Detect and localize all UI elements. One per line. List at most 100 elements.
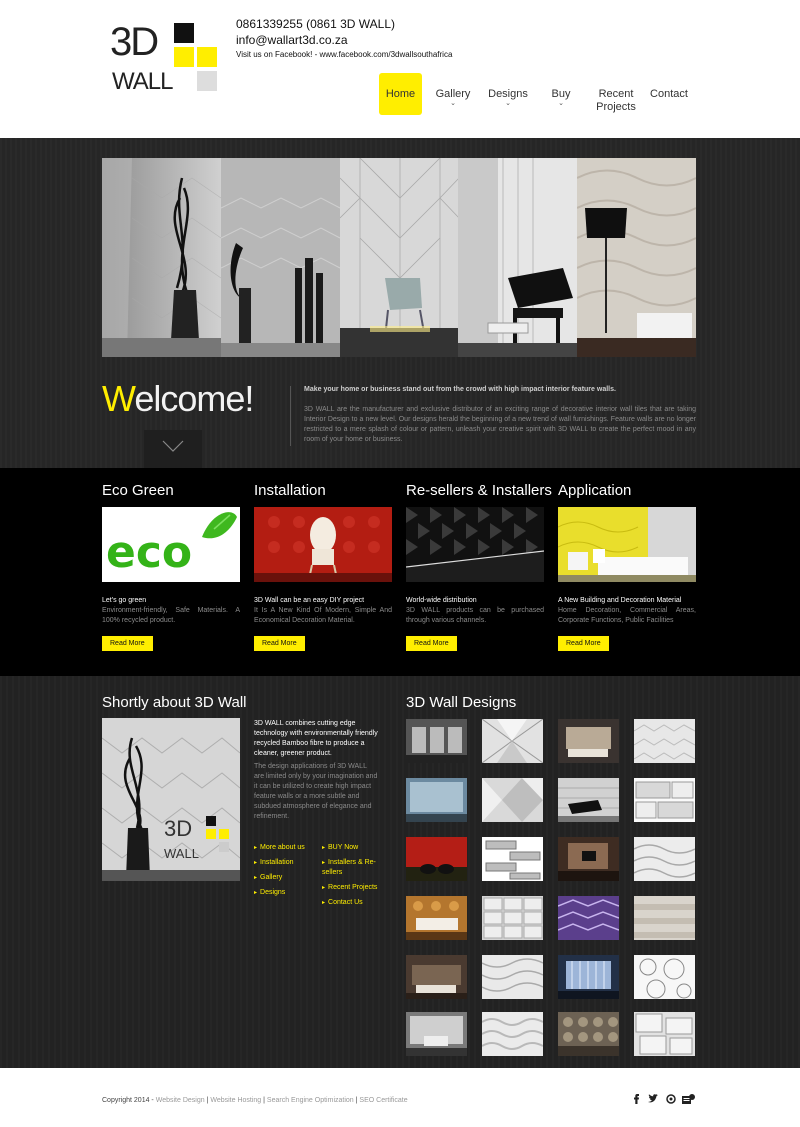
design-thumbnail[interactable]	[634, 896, 695, 940]
feature-description: 3D WALL products can be purchased throug…	[406, 607, 544, 624]
nav-label: Contact	[650, 88, 688, 100]
design-thumbnail[interactable]	[558, 955, 619, 999]
header-phone[interactable]: 0861339255 (0861 3D WALL)	[236, 16, 452, 32]
about-photo: 3D WALL	[102, 718, 240, 881]
header-email[interactable]: info@wallart3d.co.za	[236, 32, 452, 48]
scroll-down-button[interactable]	[144, 430, 202, 468]
link-label: BUY Now	[328, 844, 359, 851]
nav-label: Designs	[488, 88, 528, 100]
about-image[interactable]: 3D WALL	[102, 718, 240, 881]
arrow-right-icon: ▸	[254, 845, 258, 851]
feature-image-installation[interactable]	[254, 507, 392, 582]
design-thumbnail[interactable]	[634, 778, 695, 822]
feature-image-resellers[interactable]	[406, 507, 544, 582]
feature-image-application[interactable]	[558, 507, 696, 582]
footer-link-seo[interactable]: Search Engine Optimization	[267, 1097, 354, 1104]
link-installation[interactable]: ▸ Installation	[254, 858, 320, 868]
black-pattern-wall-image	[406, 507, 544, 582]
footer-link-seo-certificate[interactable]: SEO Certificate	[359, 1097, 407, 1104]
chevron-down-icon: ⌄	[505, 100, 511, 107]
hero-image-vase	[102, 158, 221, 357]
design-thumbnail[interactable]	[558, 837, 619, 881]
design-thumbnail[interactable]	[558, 719, 619, 763]
feed-icon[interactable]	[666, 1094, 676, 1106]
about-links-right: ▸ BUY Now ▸ Installers & Re-sellers ▸ Recen…	[322, 843, 382, 913]
twitter-icon[interactable]	[648, 1094, 659, 1106]
design-thumbnail[interactable]	[558, 778, 619, 822]
site-logo[interactable]: 3D WALL	[108, 18, 223, 98]
link-recent-projects[interactable]: ▸ Recent Projects	[322, 883, 382, 893]
hero-panel-4	[458, 158, 578, 357]
link-label: Designs	[260, 889, 286, 896]
nav-recent-projects[interactable]: Recent Projects	[592, 73, 640, 115]
feature-image-eco[interactable]: eco	[102, 507, 240, 582]
design-thumbnail[interactable]	[482, 896, 543, 940]
svg-text:WALL: WALL	[164, 846, 199, 861]
feature-description: Environment-friendly, Safe Materials. A …	[102, 607, 240, 624]
link-designs[interactable]: ▸ Designs	[254, 888, 320, 898]
hero-image-sculpture	[220, 158, 340, 357]
design-thumbnail[interactable]	[406, 955, 467, 999]
design-thumbnail[interactable]	[634, 1012, 695, 1056]
footer-copyright: Copyright 2014 - Website Design | Websit…	[102, 1097, 408, 1104]
designs-title: 3D Wall Designs	[406, 694, 517, 711]
read-more-button[interactable]: Read More	[406, 636, 457, 651]
feature-title: Installation	[254, 482, 326, 499]
design-thumbnail[interactable]	[482, 778, 543, 822]
link-label: Contact Us	[328, 899, 363, 906]
hero-slider[interactable]	[102, 158, 696, 357]
welcome-first-letter: W	[102, 378, 135, 419]
facebook-icon[interactable]	[632, 1094, 640, 1106]
design-thumbnail[interactable]	[558, 896, 619, 940]
design-thumbnail[interactable]	[406, 837, 467, 881]
logo-3d-text: 3D	[110, 20, 159, 64]
read-more-button[interactable]: Read More	[558, 636, 609, 651]
chevron-down-icon: ⌄	[450, 100, 456, 107]
design-thumbnail[interactable]	[634, 955, 695, 999]
arrow-right-icon: ▸	[322, 845, 326, 851]
welcome-body: 3D WALL are the manufacturer and exclusi…	[304, 406, 696, 443]
welcome-intro: Make your home or business stand out fro…	[304, 385, 696, 445]
link-installers-resellers[interactable]: ▸ Installers & Re-sellers	[322, 858, 382, 878]
hero-image-lamp	[577, 158, 696, 357]
logo-square-yellow-2	[197, 47, 217, 67]
design-thumbnail[interactable]	[482, 955, 543, 999]
read-more-button[interactable]: Read More	[254, 636, 305, 651]
header-facebook-link[interactable]: Visit us on Facebook! - www.facebook.com…	[236, 48, 452, 62]
nav-buy[interactable]: Buy ⌄	[546, 73, 576, 115]
link-contact-us[interactable]: ▸ Contact Us	[322, 898, 382, 908]
about-lead: 3D WALL combines cutting edge technology…	[254, 720, 378, 757]
design-thumbnail[interactable]	[406, 896, 467, 940]
design-thumbnail[interactable]	[482, 1012, 543, 1056]
design-thumbnail[interactable]	[482, 719, 543, 763]
nav-home[interactable]: Home	[379, 73, 422, 115]
design-thumbnail[interactable]	[558, 1012, 619, 1056]
design-thumbnail[interactable]	[406, 778, 467, 822]
logo-square-yellow-1	[174, 47, 194, 67]
design-thumbnail[interactable]	[406, 1012, 467, 1056]
design-thumbnail[interactable]	[634, 837, 695, 881]
hero-panel-3	[339, 158, 459, 357]
footer-link-website-design[interactable]: Website Design	[156, 1097, 205, 1104]
chevron-down-icon: ⌄	[558, 100, 564, 107]
yellow-office-image	[558, 507, 696, 582]
link-more-about-us[interactable]: ▸ More about us	[254, 843, 320, 853]
read-more-button[interactable]: Read More	[102, 636, 153, 651]
design-thumbnail[interactable]	[634, 719, 695, 763]
feature-description: It Is A New Kind Of Modern, Simple And E…	[254, 607, 392, 624]
design-thumbnail[interactable]	[482, 837, 543, 881]
feature-resellers: Re-sellers & Installers World-wide distr…	[406, 482, 552, 651]
feature-application: Application A New Building and Decoratio…	[558, 482, 696, 651]
nav-contact[interactable]: Contact	[648, 73, 690, 115]
svg-text:eco: eco	[106, 527, 192, 578]
feature-eco-green: Eco Green eco Let's go green Environment…	[102, 482, 240, 651]
nav-designs[interactable]: Designs ⌄	[486, 73, 530, 115]
contact-icon[interactable]	[682, 1094, 695, 1107]
link-label: Installers & Re-sellers	[322, 859, 376, 876]
design-thumbnail[interactable]	[406, 719, 467, 763]
nav-gallery[interactable]: Gallery ⌄	[433, 73, 473, 115]
about-links-left: ▸ More about us ▸ Installation ▸ Gallery ▸ D…	[254, 843, 320, 903]
link-gallery[interactable]: ▸ Gallery	[254, 873, 320, 883]
footer-link-website-hosting[interactable]: Website Hosting	[210, 1097, 261, 1104]
link-buy-now[interactable]: ▸ BUY Now	[322, 843, 382, 853]
